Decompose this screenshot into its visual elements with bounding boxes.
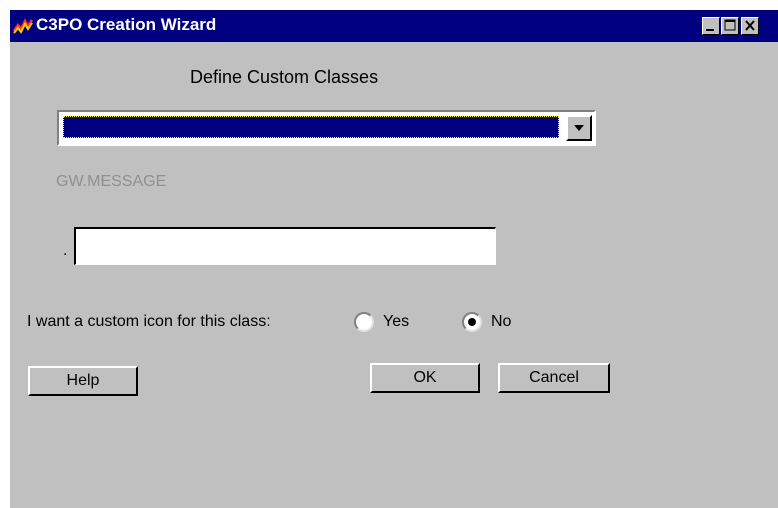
- cancel-button[interactable]: Cancel: [498, 363, 610, 393]
- app-icon: [13, 18, 33, 34]
- radio-no[interactable]: [462, 312, 482, 332]
- class-name-input[interactable]: [74, 227, 496, 265]
- window-title: C3PO Creation Wizard: [36, 15, 217, 34]
- close-icon: [745, 20, 755, 31]
- maximize-icon: [724, 19, 736, 31]
- close-button[interactable]: [741, 17, 759, 35]
- radio-no-label[interactable]: No: [491, 313, 511, 331]
- class-dropdown[interactable]: [57, 110, 596, 146]
- radio-selected-dot: [468, 318, 476, 326]
- radio-yes[interactable]: [354, 312, 374, 332]
- maximize-button[interactable]: [721, 17, 739, 35]
- title-bar[interactable]: C3PO Creation Wizard: [10, 10, 778, 42]
- dialog-heading: Define Custom Classes: [190, 67, 379, 87]
- help-button[interactable]: Help: [28, 366, 138, 396]
- custom-icon-question: I want a custom icon for this class:: [27, 313, 271, 330]
- class-dropdown-value[interactable]: [63, 116, 559, 138]
- parent-class-label: GW.MESSAGE: [56, 173, 167, 190]
- ok-button[interactable]: OK: [370, 363, 480, 393]
- minimize-button[interactable]: [702, 17, 720, 35]
- separator-dot: .: [63, 242, 68, 259]
- wizard-window: C3PO Creation Wizard Define Custom Class…: [10, 10, 778, 508]
- class-dropdown-button[interactable]: [566, 115, 592, 141]
- chevron-down-icon: [574, 125, 584, 131]
- radio-yes-label[interactable]: Yes: [383, 313, 409, 331]
- minimize-icon: [706, 29, 714, 31]
